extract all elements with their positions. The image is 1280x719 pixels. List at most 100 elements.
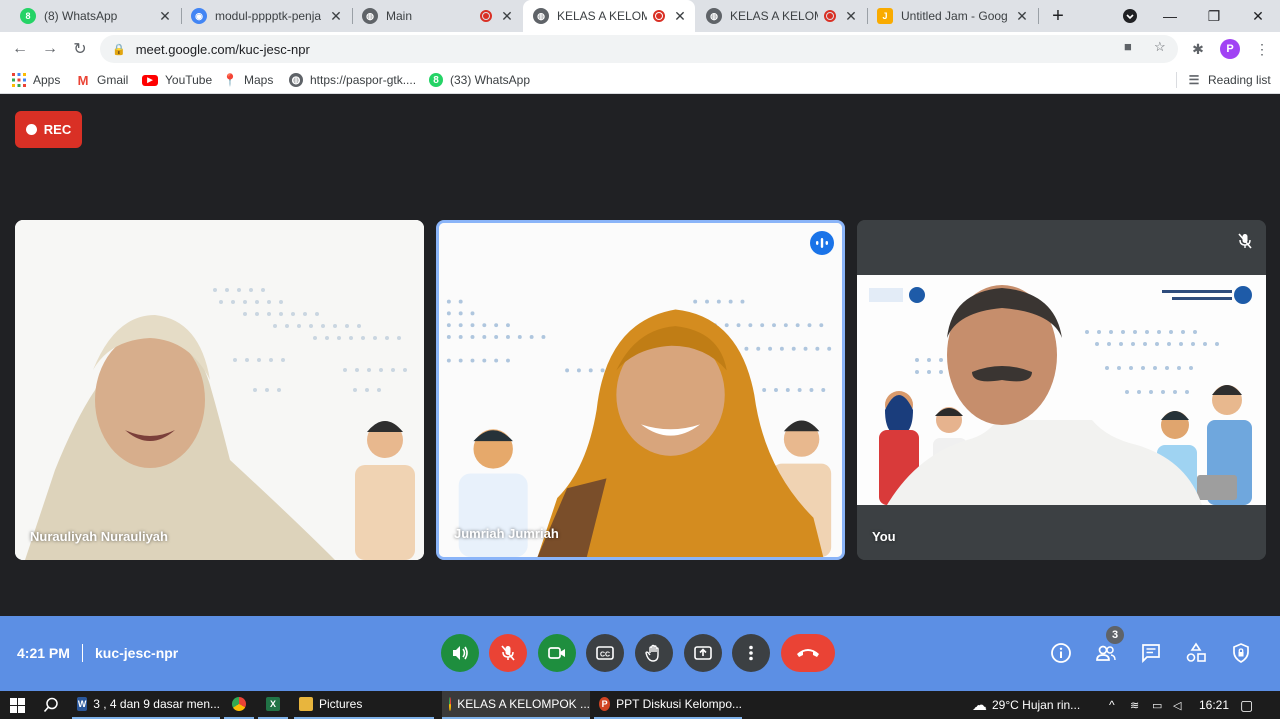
more-vertical-icon <box>749 645 753 661</box>
bookmark-apps[interactable]: Apps <box>12 72 60 88</box>
meeting-details-button[interactable] <box>1049 641 1073 665</box>
bookmark-paspor[interactable]: ◍ https://paspor-gtk.... <box>289 72 416 88</box>
chat-button[interactable] <box>1139 641 1163 665</box>
taskbar-chrome[interactable] <box>224 691 254 719</box>
info-icon <box>1051 643 1071 663</box>
meet-main: REC Nurauliyah Nurauliyah Jumriah Jumria… <box>0 95 1280 691</box>
globe-icon: ◍ <box>533 8 549 24</box>
lock-icon: 🔒 <box>112 43 126 56</box>
menu-icon[interactable]: ⋮ <box>1250 37 1274 61</box>
taskbar-excel[interactable]: X <box>258 691 288 719</box>
close-window-button[interactable]: ✕ <box>1236 0 1280 32</box>
reload-button[interactable]: ↻ <box>68 37 92 61</box>
minimize-button[interactable]: — <box>1148 0 1192 32</box>
weather-widget[interactable]: ☁ 29°C Hujan rin... <box>972 691 1080 719</box>
tab-title: KELAS A KELOMPOK <box>730 9 818 23</box>
bookmark-whatsapp[interactable]: 8 (33) WhatsApp <box>429 72 530 88</box>
meeting-time: 4:21 PM <box>17 645 70 661</box>
maps-icon: 📍 <box>222 73 238 87</box>
taskbar-meet-window[interactable]: KELAS A KELOMPOK ... <box>442 691 590 719</box>
hand-icon <box>645 644 659 662</box>
leave-call-button[interactable] <box>781 634 835 672</box>
new-tab-button[interactable]: + <box>1036 0 1080 32</box>
recording-icon <box>824 10 836 22</box>
battery-icon[interactable]: ▭ <box>1152 691 1162 719</box>
extensions-icon[interactable]: ✱ <box>1186 37 1210 61</box>
wifi-icon[interactable]: ≋ <box>1130 691 1139 719</box>
chrome-icon <box>232 697 246 711</box>
camera-toggle-button[interactable] <box>538 634 576 672</box>
svg-text:CC: CC <box>600 652 610 659</box>
bookmark-youtube[interactable]: ▶ YouTube <box>142 72 212 88</box>
recording-icon <box>653 10 665 22</box>
shield-lock-icon <box>1233 643 1249 663</box>
search-button[interactable] <box>34 691 68 719</box>
tab-kelas-a-active[interactable]: ◍ KELAS A KELOMPOK ✕ <box>523 0 695 32</box>
start-button[interactable] <box>0 691 34 719</box>
powerpoint-icon: P <box>599 697 611 711</box>
tab-whatsapp[interactable]: 8 (8) WhatsApp ✕ <box>10 0 180 32</box>
chrome-icon <box>449 697 452 711</box>
reading-list-icon: ☰ <box>1188 73 1200 87</box>
tab-title: (8) WhatsApp <box>44 9 118 23</box>
bookmark-maps[interactable]: 📍 Maps <box>222 72 274 88</box>
youtube-icon: ▶ <box>142 74 158 86</box>
mic-off-icon <box>501 645 515 661</box>
mic-toggle-button[interactable] <box>489 634 527 672</box>
speaker-button[interactable] <box>441 634 479 672</box>
close-icon[interactable]: ✕ <box>673 8 687 25</box>
present-screen-button[interactable] <box>684 634 722 672</box>
taskbar-powerpoint[interactable]: P PPT Diskusi Kelompo... <box>594 691 742 719</box>
address-bar[interactable]: 🔒 meet.google.com/kuc-jesc-npr <box>100 35 1178 63</box>
excel-icon: X <box>266 697 280 711</box>
gmail-icon: M <box>77 72 89 88</box>
forward-button[interactable]: → <box>38 37 62 61</box>
people-icon <box>1096 645 1116 661</box>
bookmark-gmail[interactable]: M Gmail <box>76 72 129 88</box>
participant-tile-self[interactable]: You <box>857 220 1266 560</box>
tab-main[interactable]: ◍ Main ✕ <box>352 0 522 32</box>
activities-icon <box>1186 642 1206 662</box>
browser-tab-strip: 8 (8) WhatsApp ✕ ◉ modul-pppptk-penjas ✕… <box>0 0 1280 32</box>
tab-kelas-a[interactable]: ◍ KELAS A KELOMPOK ✕ <box>696 0 866 32</box>
system-clock[interactable]: 16:21 <box>1199 691 1229 719</box>
back-button[interactable]: ← <box>8 37 32 61</box>
tab-jamboard[interactable]: J Untitled Jam - Google ✕ <box>867 0 1037 32</box>
captions-button[interactable]: CC <box>586 634 624 672</box>
activities-button[interactable] <box>1184 641 1208 665</box>
close-icon[interactable]: ✕ <box>329 8 343 25</box>
participant-video <box>15 220 424 560</box>
url-text: meet.google.com/kuc-jesc-npr <box>135 41 310 57</box>
recording-icon <box>480 10 492 22</box>
cloud-rain-icon: ☁ <box>972 697 987 714</box>
participant-tile-speaking[interactable]: Jumriah Jumriah <box>436 220 845 560</box>
close-icon[interactable]: ✕ <box>500 8 514 25</box>
close-icon[interactable]: ✕ <box>158 8 172 25</box>
star-icon[interactable]: ☆ <box>1154 39 1166 55</box>
reading-list-button[interactable]: ☰ Reading list <box>1187 72 1271 88</box>
tab-modul[interactable]: ◉ modul-pppptk-penjas ✕ <box>181 0 351 32</box>
jamboard-icon: J <box>877 8 893 24</box>
host-controls-button[interactable] <box>1229 641 1253 665</box>
raise-hand-button[interactable] <box>635 634 673 672</box>
participant-tile[interactable]: Nurauliyah Nurauliyah <box>15 220 424 560</box>
camera-icon[interactable]: ■ <box>1124 39 1132 54</box>
profile-avatar[interactable]: P <box>1220 39 1240 59</box>
more-options-button[interactable] <box>732 634 770 672</box>
show-hidden-icons[interactable]: ^ <box>1109 691 1115 719</box>
notification-icon[interactable]: ▢ <box>1240 691 1253 719</box>
volume-icon[interactable]: ◁ <box>1173 691 1181 719</box>
taskbar-pictures[interactable]: Pictures <box>294 691 434 719</box>
close-icon[interactable]: ✕ <box>1015 8 1029 25</box>
meet-control-bar: 4:21 PM kuc-jesc-npr CC 3 <box>0 616 1280 691</box>
windows-logo-icon <box>9 697 25 713</box>
close-icon[interactable]: ✕ <box>844 8 858 25</box>
taskbar-word[interactable]: W 3 , 4 dan 9 dasar men... <box>72 691 220 719</box>
recording-indicator[interactable]: REC <box>15 111 82 148</box>
tab-search-button[interactable] <box>1108 0 1152 32</box>
maximize-button[interactable]: ❐ <box>1192 0 1236 32</box>
people-button[interactable] <box>1094 641 1118 665</box>
chat-icon <box>1142 644 1160 664</box>
meeting-code: kuc-jesc-npr <box>95 645 179 661</box>
participant-video <box>439 223 842 557</box>
